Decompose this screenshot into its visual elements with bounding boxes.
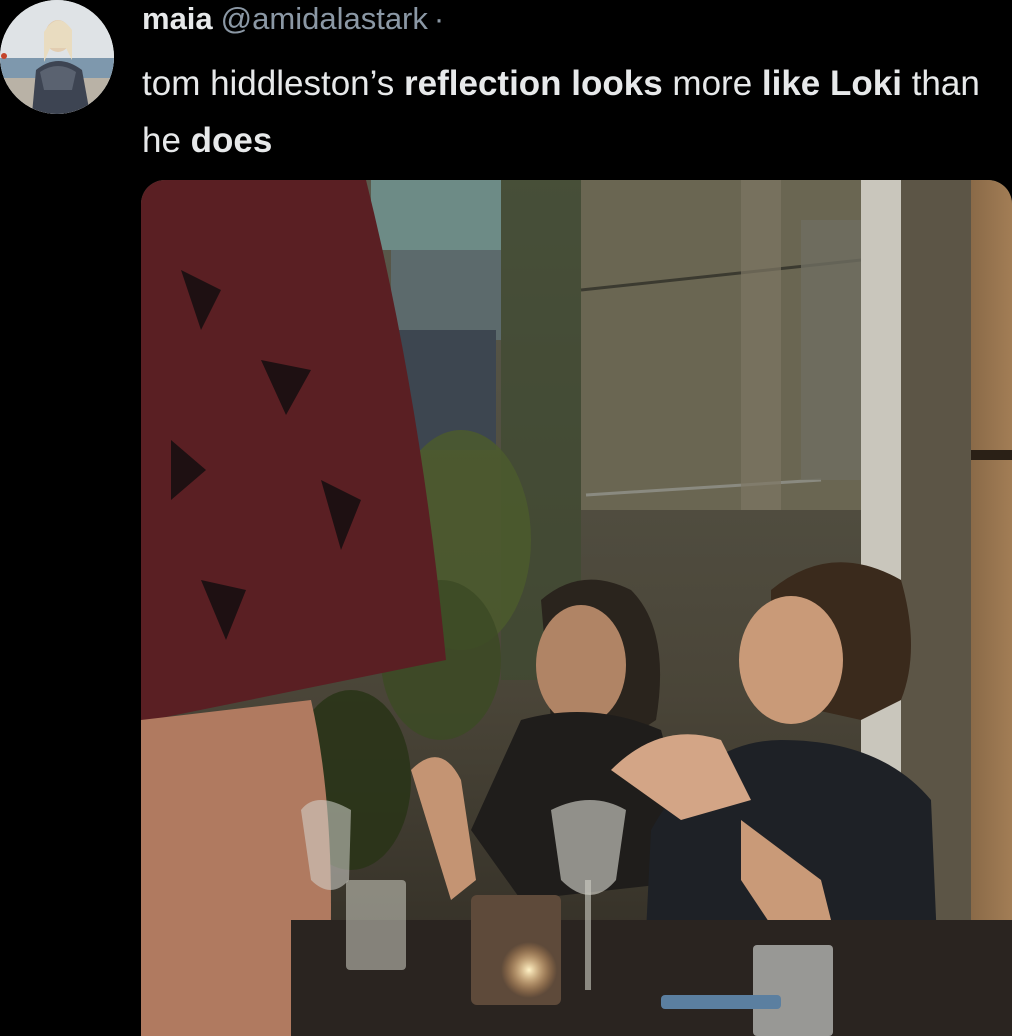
tweet-text: tom hiddleston’s reflection looks more l… — [142, 55, 1002, 169]
tweet-text-segment — [820, 64, 830, 103]
tweet-header: maia @amidalastark · tom hiddleston’s refl… — [142, 0, 1002, 169]
user-line: maia @amidalastark · — [142, 0, 1002, 38]
tweet-text-segment: more — [662, 64, 762, 103]
separator-dot: · — [433, 1, 445, 36]
photo-image — [141, 180, 1012, 1036]
user-handle[interactable]: @amidalastark — [221, 1, 428, 36]
tweet-text-segment: Loki — [830, 64, 902, 103]
tweet-text-segment: does — [190, 121, 273, 160]
tweet-photo[interactable] — [141, 180, 1012, 1036]
avatar[interactable] — [0, 0, 114, 114]
avatar-image — [0, 0, 114, 114]
tweet-text-segment: reflection looks — [404, 64, 663, 103]
display-name[interactable]: maia — [142, 1, 213, 36]
tweet-text-segment: like — [761, 64, 821, 103]
tweet-text-segment: tom hiddleston’s — [142, 64, 405, 103]
